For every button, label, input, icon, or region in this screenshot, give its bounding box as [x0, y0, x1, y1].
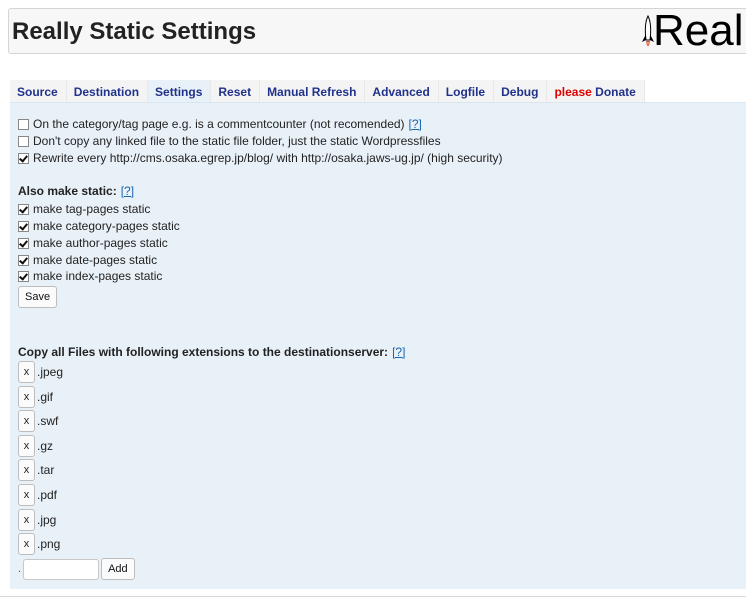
tab-label: Settings: [155, 85, 203, 99]
option-label: make tag-pages static: [33, 202, 151, 216]
extension-item: x .jpg: [18, 509, 56, 531]
extension-item: x .png: [18, 533, 60, 555]
category-pages-checkbox[interactable]: [18, 220, 29, 232]
extension-label: .tar: [37, 463, 55, 477]
tab-label: Source: [17, 85, 58, 99]
extension-item: x .pdf: [18, 484, 57, 506]
page-bottom-divider: [0, 596, 746, 597]
tab-label: Debug: [501, 85, 539, 99]
option-label: make date-pages static: [33, 253, 158, 267]
section-heading: Copy all Files with following extensions…: [18, 345, 389, 359]
option-label: make index-pages static: [33, 269, 163, 283]
help-link[interactable]: [?]: [409, 117, 422, 131]
tab-reset[interactable]: Reset: [211, 80, 261, 102]
remove-extension-button[interactable]: x: [18, 509, 35, 531]
extension-item: x .gz: [18, 435, 53, 457]
remove-extension-button[interactable]: x: [18, 386, 35, 408]
date-pages-checkbox[interactable]: [18, 254, 29, 266]
option-label: On the category/tag page e.g. is a comme…: [33, 117, 405, 131]
extension-label: .swf: [37, 414, 59, 428]
tab-label: Logfile: [445, 85, 486, 99]
extension-item: x .tar: [18, 459, 54, 481]
option-label: Don't copy any linked file to the static…: [33, 134, 441, 148]
extension-item: x .gif: [18, 386, 53, 408]
tab-label: Destination: [73, 85, 140, 99]
tab-manual-refresh[interactable]: Manual Refresh: [260, 80, 366, 102]
remove-extension-button[interactable]: x: [18, 533, 35, 555]
index-pages-checkbox[interactable]: [18, 270, 29, 282]
static-author-pages: make author-pages static: [18, 235, 168, 251]
tab-debug[interactable]: Debug: [494, 80, 548, 102]
help-link[interactable]: [?]: [121, 184, 134, 198]
extension-prefix: .: [18, 563, 22, 575]
page-header: Really Static Settings Real: [8, 8, 746, 55]
extensions-heading: Copy all Files with following extensions…: [18, 344, 405, 360]
also-make-static-heading: Also make static: [?]: [18, 183, 134, 199]
tab-advanced[interactable]: Advanced: [365, 80, 439, 102]
tag-pages-checkbox[interactable]: [18, 203, 29, 215]
tab-label: Advanced: [372, 85, 430, 99]
logo-text: Real: [653, 11, 744, 55]
settings-tabs: Source Destination Settings Reset Manual…: [10, 80, 645, 102]
extension-label: .jpg: [37, 513, 57, 527]
option-label: Rewrite every http://cms.osaka.egrep.jp/…: [33, 151, 503, 165]
settings-panel: On the category/tag page e.g. is a comme…: [10, 102, 746, 589]
option-label: make category-pages static: [33, 219, 180, 233]
option-dont-copy-files: Don't copy any linked file to the static…: [18, 133, 441, 149]
tab-label: Donate: [595, 85, 636, 99]
really-static-logo: Real: [641, 11, 746, 55]
remove-extension-button[interactable]: x: [18, 410, 35, 432]
remove-extension-button[interactable]: x: [18, 484, 35, 506]
static-category-pages: make category-pages static: [18, 218, 180, 234]
section-heading: Also make static:: [18, 184, 117, 198]
save-button[interactable]: Save: [18, 286, 58, 308]
tab-source[interactable]: Source: [10, 80, 67, 102]
author-pages-checkbox[interactable]: [18, 237, 29, 249]
static-tag-pages: make tag-pages static: [18, 201, 150, 217]
commentcounter-checkbox[interactable]: [18, 118, 29, 130]
rewrite-urls-checkbox[interactable]: [18, 152, 29, 164]
extension-label: .gif: [37, 390, 54, 404]
tab-label: Reset: [218, 85, 252, 99]
new-extension-input[interactable]: [23, 558, 100, 580]
help-link[interactable]: [?]: [392, 345, 405, 359]
remove-extension-button[interactable]: x: [18, 459, 35, 481]
remove-extension-button[interactable]: x: [18, 435, 35, 457]
option-commentcounter: On the category/tag page e.g. is a comme…: [18, 116, 422, 132]
extension-label: .jpeg: [37, 365, 64, 379]
static-date-pages: make date-pages static: [18, 252, 157, 268]
dont-copy-files-checkbox[interactable]: [18, 135, 29, 147]
extension-item: x .swf: [18, 410, 58, 432]
tab-donate[interactable]: please Donate: [547, 80, 645, 102]
add-extension-button[interactable]: Add: [101, 558, 135, 580]
tab-logfile[interactable]: Logfile: [438, 80, 495, 102]
remove-extension-button[interactable]: x: [18, 361, 35, 383]
donate-please-label: please: [554, 85, 592, 99]
option-rewrite-urls: Rewrite every http://cms.osaka.egrep.jp/…: [18, 150, 503, 166]
static-index-pages: make index-pages static: [18, 268, 162, 284]
extension-label: .png: [37, 537, 61, 551]
tab-label: Manual Refresh: [267, 85, 357, 99]
tab-settings[interactable]: Settings: [148, 80, 212, 102]
option-label: make author-pages static: [33, 236, 168, 250]
page-title: Really Static Settings: [12, 18, 257, 45]
extension-label: .gz: [37, 439, 54, 453]
tab-destination[interactable]: Destination: [66, 80, 149, 102]
extension-item: x .jpeg: [18, 361, 63, 383]
extension-label: .pdf: [37, 488, 58, 502]
add-extension-row: . Add: [18, 558, 135, 580]
